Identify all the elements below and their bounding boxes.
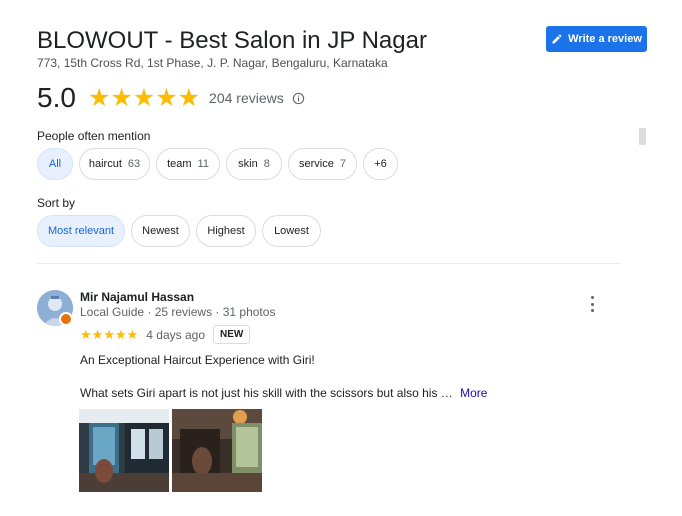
divider <box>37 263 621 264</box>
chip-count: 7 <box>339 158 346 170</box>
info-icon[interactable] <box>292 92 305 105</box>
reviewer-meta: Local Guide · 25 reviews · 31 photos <box>80 305 276 319</box>
chip-team[interactable]: team 11 <box>156 148 220 180</box>
mention-chips: All haircut 63 team 11 skin 8 service 7 … <box>37 148 398 180</box>
star-icon: ★ <box>87 83 111 112</box>
star-icon: ★ <box>114 327 127 342</box>
sort-option-label: Lowest <box>274 225 309 237</box>
chip-service[interactable]: service 7 <box>288 148 357 180</box>
star-icon: ★ <box>155 83 178 112</box>
new-badge: NEW <box>213 325 251 344</box>
review-photo[interactable] <box>172 409 262 492</box>
sort-option-label: Most relevant <box>47 225 115 237</box>
more-link[interactable]: More <box>460 386 487 400</box>
review-count: 204 reviews <box>209 90 284 106</box>
business-address: 773, 15th Cross Rd, 1st Phase, J. P. Nag… <box>37 56 388 70</box>
chip-label: skin <box>238 158 258 170</box>
write-review-button[interactable]: Write a review <box>546 26 647 52</box>
chip-all[interactable]: All <box>37 148 73 180</box>
sort-options: Most relevant Newest Highest Lowest <box>37 215 321 247</box>
star-icon: ★ <box>91 327 104 342</box>
rating-stars: ★ ★ ★ ★ ★ <box>87 83 201 112</box>
star-icon: ★ <box>80 327 92 342</box>
write-review-label: Write a review <box>568 33 642 45</box>
chip-count: 63 <box>127 158 141 170</box>
review-date: 4 days ago <box>146 327 205 342</box>
chip-label: All <box>48 158 62 170</box>
chip-haircut[interactable]: haircut 63 <box>79 148 150 180</box>
sort-most-relevant[interactable]: Most relevant <box>37 215 125 247</box>
mentions-label: People often mention <box>37 129 151 143</box>
review-text: What sets Giri apart is not just his ski… <box>80 386 487 400</box>
chip-label: team <box>167 158 192 170</box>
business-title: BLOWOUT - Best Salon in JP Nagar <box>37 27 427 54</box>
sort-highest[interactable]: Highest <box>196 215 256 247</box>
star-icon: ★ <box>103 327 115 342</box>
rating-value: 5.0 <box>37 82 76 113</box>
star-icon: ★ <box>132 83 156 112</box>
chip-label: service <box>299 158 334 170</box>
sort-option-label: Highest <box>207 225 245 237</box>
chip-count: 8 <box>263 158 270 170</box>
more-options-icon[interactable] <box>586 296 598 312</box>
pencil-icon <box>552 34 562 44</box>
star-icon: ★ <box>177 83 201 112</box>
star-icon: ★ <box>110 83 133 112</box>
review-snippet: What sets Giri apart is not just his ski… <box>80 386 453 400</box>
review-photo[interactable] <box>79 409 169 492</box>
star-icon: ★ <box>126 327 139 342</box>
review-title: An Exceptional Haircut Experience with G… <box>80 353 315 367</box>
review-rating: ★ ★ ★ ★ ★ 4 days ago NEW <box>80 325 251 344</box>
rating-summary: 5.0 ★ ★ ★ ★ ★ 204 reviews <box>37 82 305 114</box>
sort-newest[interactable]: Newest <box>131 215 190 247</box>
chip-skin[interactable]: skin 8 <box>226 148 282 180</box>
sort-label: Sort by <box>37 196 76 210</box>
scrollbar-thumb[interactable] <box>639 128 646 145</box>
chip-count: 11 <box>197 158 209 170</box>
chip-label: haircut <box>88 158 122 170</box>
sort-option-label: Newest <box>142 225 179 237</box>
local-guide-badge-icon <box>59 312 73 326</box>
chip-label: +6 <box>374 158 387 170</box>
sort-lowest[interactable]: Lowest <box>262 215 321 247</box>
chip-more-topics[interactable]: +6 <box>363 148 398 180</box>
reviewer-name[interactable]: Mir Najamul Hassan <box>80 290 194 304</box>
